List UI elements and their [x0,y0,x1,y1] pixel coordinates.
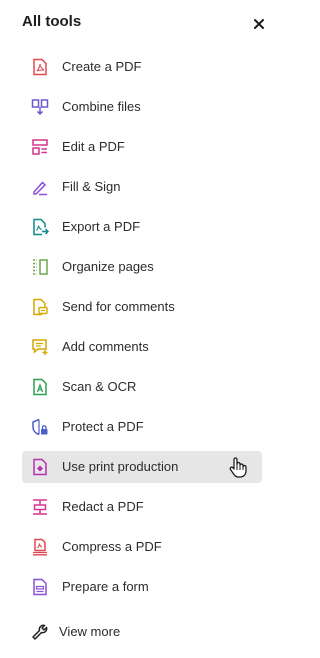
scan-ocr-icon [31,378,49,396]
tools-list: Create a PDF Combine files Edit a PDF Fi… [22,51,262,611]
tool-prepare-form[interactable]: Prepare a form [22,571,262,603]
tool-label: Use print production [62,459,179,474]
tool-label: Combine files [62,99,141,114]
tool-compress-pdf[interactable]: Compress a PDF [22,531,262,563]
create-pdf-icon [31,58,49,76]
panel-header: All tools [0,0,283,46]
tool-label: Organize pages [62,259,154,274]
add-comments-icon [31,338,49,356]
tool-organize-pages[interactable]: Organize pages [22,251,262,283]
tool-create-pdf[interactable]: Create a PDF [22,51,262,83]
tool-add-comments[interactable]: Add comments [22,331,262,363]
tool-export-pdf[interactable]: Export a PDF [22,211,262,243]
tool-label: Edit a PDF [62,139,125,154]
tool-label: Export a PDF [62,219,141,234]
tool-fill-sign[interactable]: Fill & Sign [22,171,262,203]
tool-use-print-production[interactable]: Use print production [22,451,262,483]
tool-send-for-comments[interactable]: Send for comments [22,291,262,323]
tool-label: Compress a PDF [62,539,162,554]
close-icon [254,19,264,29]
tool-redact-pdf[interactable]: Redact a PDF [22,491,262,523]
protect-pdf-icon [31,418,49,436]
compress-pdf-icon [31,538,49,556]
tool-label: Scan & OCR [62,379,137,394]
tool-combine-files[interactable]: Combine files [22,91,262,123]
wrench-icon [31,623,49,641]
send-for-comments-icon [31,298,49,316]
tool-label: Prepare a form [62,579,149,594]
organize-pages-icon [31,258,49,276]
tool-label: Protect a PDF [62,419,144,434]
export-pdf-icon [31,218,49,236]
tool-scan-ocr[interactable]: Scan & OCR [22,371,262,403]
tool-label: Fill & Sign [62,179,121,194]
print-production-icon [31,458,49,476]
combine-files-icon [31,98,49,116]
tool-edit-pdf[interactable]: Edit a PDF [22,131,262,163]
tool-label: Add comments [62,339,149,354]
tool-label: Create a PDF [62,59,142,74]
panel-title: All tools [22,13,82,30]
tool-protect-pdf[interactable]: Protect a PDF [22,411,262,443]
tool-label: Redact a PDF [62,499,144,514]
fill-sign-icon [31,178,49,196]
view-more-link[interactable]: View more [22,616,222,648]
view-more-label: View more [59,624,121,639]
close-button[interactable] [250,15,268,33]
prepare-form-icon [31,578,49,596]
redact-pdf-icon [31,498,49,516]
edit-pdf-icon [31,138,49,156]
tool-label: Send for comments [62,299,175,314]
hand-pointer-icon [228,456,248,478]
